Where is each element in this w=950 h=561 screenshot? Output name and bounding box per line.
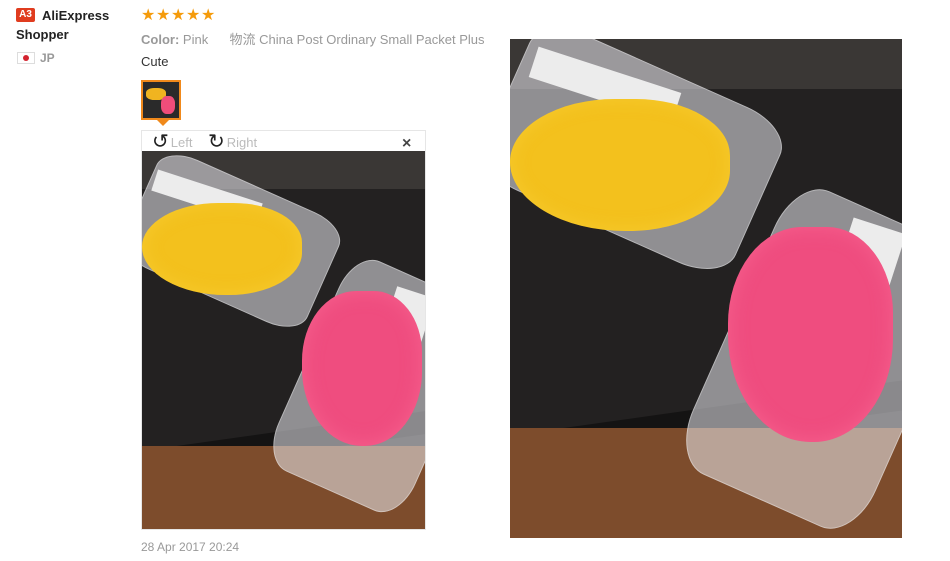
logistics-label: 物流: [229, 32, 256, 47]
star-icon: ★: [171, 7, 185, 24]
rotate-left-button[interactable]: ↺ Left: [152, 131, 193, 153]
logistics-value: China Post Ordinary Small Packet Plus: [259, 32, 485, 47]
rotate-left-label: Left: [170, 134, 193, 150]
review-photo-large: [510, 39, 902, 538]
review-photo-thumbnail[interactable]: [141, 80, 181, 120]
thumbnail-caret-icon: [157, 120, 169, 126]
review-text: Cute: [141, 54, 169, 69]
reviewer-country: JP: [40, 51, 55, 65]
star-icon: ★: [156, 7, 170, 24]
color-value: Pink: [182, 32, 209, 47]
star-icon: ★: [201, 7, 215, 24]
order-info: Color: Pink 物流 China Post Ordinary Small…: [141, 29, 485, 48]
review-date: 28 Apr 2017 20:24: [141, 540, 240, 554]
review-photo-preview: [142, 151, 425, 529]
star-icon: ★: [141, 7, 155, 24]
star-rating: ★ ★ ★ ★ ★: [141, 5, 216, 25]
star-icon: ★: [186, 7, 200, 24]
reviewer-name: AliExpress Shopper: [16, 8, 110, 42]
rotate-right-label: Right: [226, 134, 258, 150]
rotate-right-icon: ↻: [208, 131, 225, 153]
rotate-left-icon: ↺: [152, 131, 169, 153]
color-label: Color:: [141, 32, 180, 47]
country-flag-icon: [17, 52, 35, 64]
rotate-right-button[interactable]: ↻ Right: [208, 131, 258, 153]
